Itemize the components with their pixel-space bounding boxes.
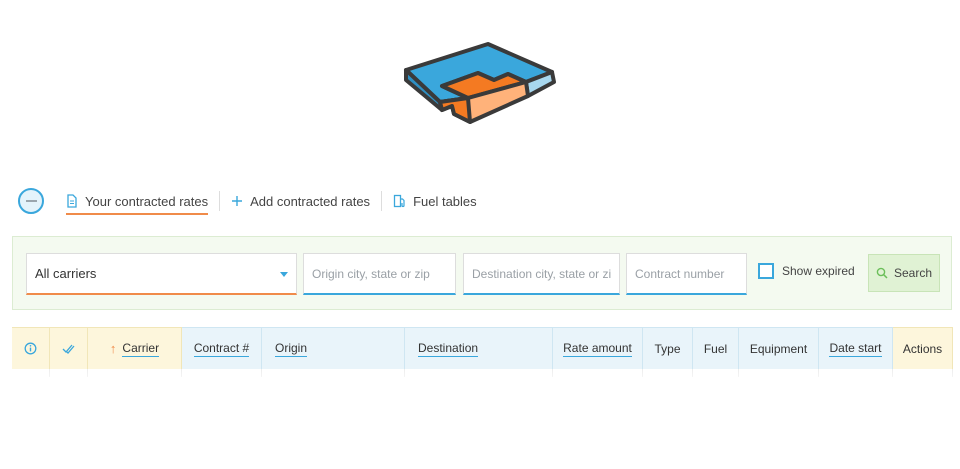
arrow-up-icon: ↑ [109, 341, 117, 356]
column-select-all[interactable] [50, 327, 88, 369]
column-origin-label: Origin [275, 340, 308, 357]
column-equipment-label: Equipment [749, 341, 808, 356]
column-contract[interactable]: Contract # [182, 327, 262, 369]
column-origin[interactable]: Origin [262, 327, 405, 369]
column-info[interactable] [12, 327, 50, 369]
column-fuel: Fuel [693, 327, 739, 369]
show-expired-checkbox[interactable] [758, 263, 774, 279]
collapse-button[interactable] [18, 188, 44, 214]
show-expired-toggle[interactable]: Show expired [758, 263, 855, 279]
column-actions: Actions [893, 327, 953, 369]
company-logo [404, 42, 556, 124]
column-fuel-label: Fuel [703, 341, 728, 356]
plus-icon [231, 195, 243, 207]
fuel-pump-icon [393, 194, 406, 208]
carrier-select[interactable]: All carriers [26, 253, 297, 295]
column-carrier[interactable]: ↑ Carrier [88, 327, 182, 369]
tab-label: Your contracted rates [85, 193, 209, 209]
tab-label: Fuel tables [413, 193, 477, 209]
search-button-label: Search [893, 266, 933, 280]
tab-fuel-tables[interactable]: Fuel tables [393, 186, 477, 216]
column-rate-amount-label: Rate amount [563, 340, 632, 357]
info-icon [24, 342, 37, 355]
destination-input[interactable] [463, 253, 620, 295]
document-icon [66, 194, 78, 208]
column-type-label: Type [654, 341, 681, 356]
tab-divider [381, 191, 383, 211]
tab-divider [219, 191, 221, 211]
column-type: Type [643, 327, 693, 369]
origin-input[interactable] [303, 253, 456, 295]
contract-number-input[interactable] [626, 253, 747, 295]
column-carrier-label: Carrier [122, 340, 160, 357]
table-fade [0, 370, 960, 390]
filter-panel: All carriers Show expired Search [12, 236, 952, 310]
carrier-select-value: All carriers [35, 266, 97, 281]
search-icon [876, 267, 888, 279]
column-date-start-label: Date start [829, 340, 882, 357]
column-equipment: Equipment [739, 327, 819, 369]
tab-your-contracted-rates[interactable]: Your contracted rates [66, 186, 209, 216]
column-rate-amount[interactable]: Rate amount [553, 327, 643, 369]
tab-add-contracted-rates[interactable]: Add contracted rates [231, 186, 370, 216]
search-button[interactable]: Search [868, 254, 940, 292]
column-actions-label: Actions [902, 341, 943, 356]
tab-label: Add contracted rates [250, 193, 371, 209]
column-destination-label: Destination [418, 340, 479, 357]
column-date-start[interactable]: Date start [819, 327, 893, 369]
minus-circle-icon [25, 200, 37, 202]
show-expired-label: Show expired [782, 264, 855, 278]
column-contract-label: Contract # [193, 340, 250, 357]
tab-bar: Your contracted rates Add contracted rat… [18, 186, 477, 216]
table-header: ↑ Carrier Contract # Origin Destination … [12, 327, 953, 369]
caret-down-icon [280, 272, 288, 277]
column-destination[interactable]: Destination [405, 327, 553, 369]
double-check-icon [62, 343, 76, 355]
